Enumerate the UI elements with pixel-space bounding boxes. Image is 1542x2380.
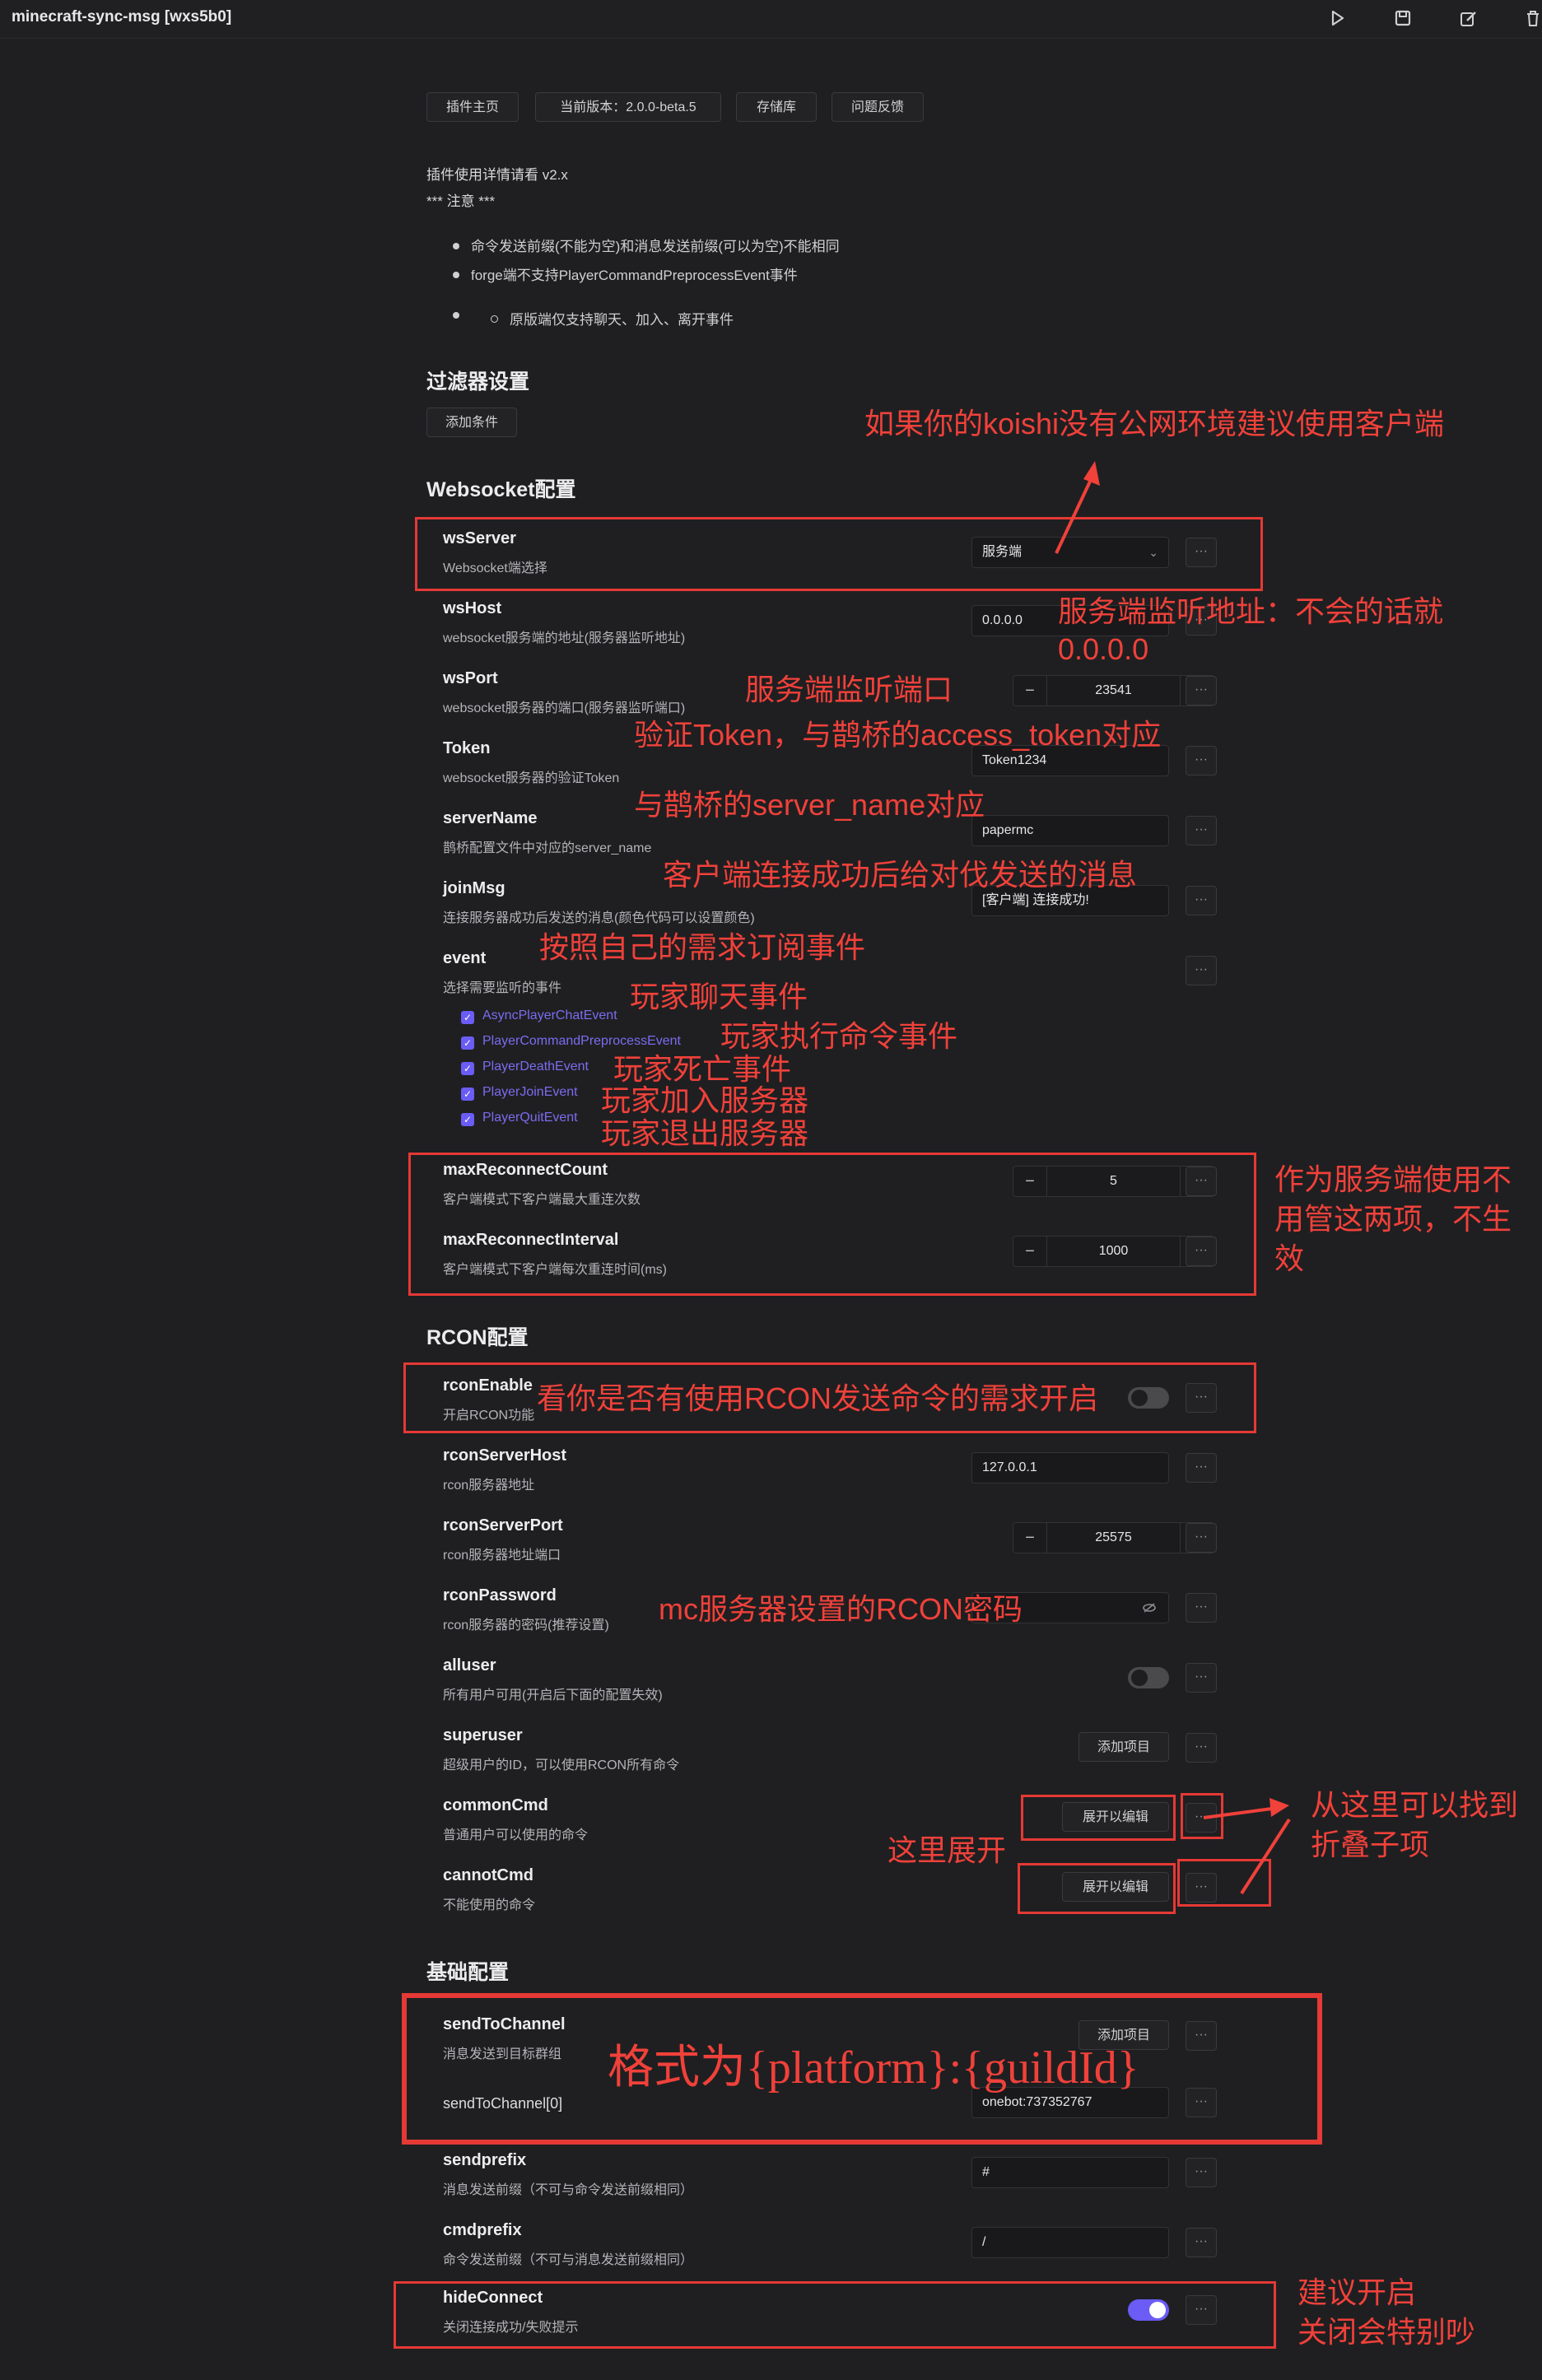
annotation-hide-tip-2: 关闭会特别吵 xyxy=(1297,2315,1476,2349)
annotation-port-tip: 服务端监听端口 xyxy=(745,673,953,706)
annotation-rcon-password-tip: mc服务器设置的RCON密码 xyxy=(659,1592,1023,1626)
annotation-rcon-enable-tip: 看你是否有使用RCON发送命令的需求开启 xyxy=(537,1381,1098,1415)
annotation-fold-tip-2: 折叠子项 xyxy=(1311,1828,1430,1861)
annotation-joinmsg-tip: 客户端连接成功后给对伐发送的消息 xyxy=(663,858,1138,892)
annotation-expand-tip: 这里展开 xyxy=(887,1833,1007,1867)
annotation-reconnect-tip-3: 效 xyxy=(1274,1241,1305,1275)
annotation-arrow xyxy=(1240,1818,1291,1895)
annotation-channel-tip: 格式为{platform}:{guildId} xyxy=(608,2042,1139,2094)
annotation-chat-tip: 玩家聊天事件 xyxy=(630,980,808,1013)
annotation-arrow xyxy=(1203,1806,1279,1819)
annotation-reconnect-tip-1: 作为服务端使用不 xyxy=(1274,1162,1512,1196)
annotation-arrow xyxy=(1055,470,1097,554)
annotation-host-tip: 服务端监听地址：不会的话就 xyxy=(1058,594,1444,628)
annotation-event-tip: 按照自己的需求订阅事件 xyxy=(539,930,866,964)
annotation-reconnect-tip-2: 用管这两项，不生 xyxy=(1274,1202,1512,1236)
annotation-servername-tip: 与鹊桥的server_name对应 xyxy=(634,788,985,822)
annotation-token-tip: 验证Token，与鹊桥的access_token对应 xyxy=(634,718,1162,752)
annotation-host-tip-value: 0.0.0.0 xyxy=(1058,632,1149,666)
annotation-arrowhead xyxy=(1083,461,1100,486)
annotation-client-tip: 如果你的koishi没有公网环境建议使用客户端 xyxy=(864,407,1445,440)
annotation-fold-tip-1: 从这里可以找到 xyxy=(1311,1788,1519,1822)
annotation-arrowhead xyxy=(1269,1798,1289,1817)
annotation-hide-tip-1: 建议开启 xyxy=(1297,2275,1417,2309)
annotation-quit-tip: 玩家退出服务器 xyxy=(601,1116,809,1150)
